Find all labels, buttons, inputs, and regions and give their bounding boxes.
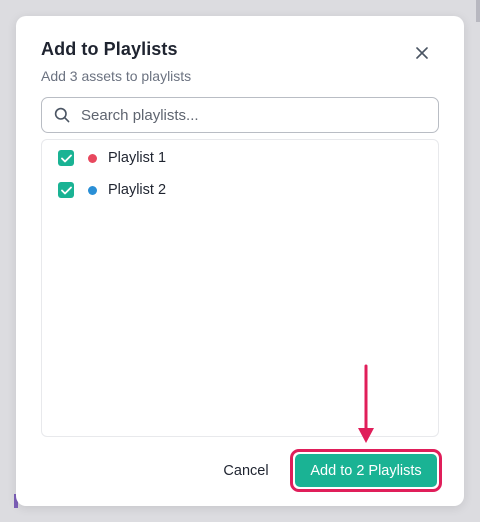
arrow-down-icon <box>358 364 374 443</box>
backdrop-edge <box>476 0 480 22</box>
playlist-list: Playlist 1 Playlist 2 <box>41 139 439 437</box>
playlist-label: Playlist 2 <box>108 182 167 198</box>
search-field[interactable] <box>41 97 439 133</box>
add-to-playlists-button[interactable]: Add to 2 Playlists <box>295 454 437 487</box>
check-icon <box>60 186 72 194</box>
check-icon <box>60 154 72 162</box>
checkbox-checked[interactable] <box>58 182 74 198</box>
playlist-label: Playlist 1 <box>108 150 167 166</box>
checkbox-checked[interactable] <box>58 150 74 166</box>
list-item-playlist-2[interactable]: Playlist 2 <box>42 174 438 206</box>
playlist-color-dot <box>88 185 97 195</box>
close-button[interactable] <box>411 42 433 64</box>
search-icon <box>54 107 70 123</box>
search-input[interactable] <box>79 105 413 125</box>
list-item-playlist-1[interactable]: Playlist 1 <box>42 142 438 174</box>
add-to-playlists-dialog: Add to Playlists Add 3 assets to playlis… <box>16 16 464 506</box>
cancel-button[interactable]: Cancel <box>216 456 276 486</box>
playlist-color-dot <box>88 153 97 163</box>
dialog-subtitle: Add 3 assets to playlists <box>41 68 192 84</box>
close-icon <box>416 47 428 59</box>
dialog-title: Add to Playlists <box>41 39 178 59</box>
